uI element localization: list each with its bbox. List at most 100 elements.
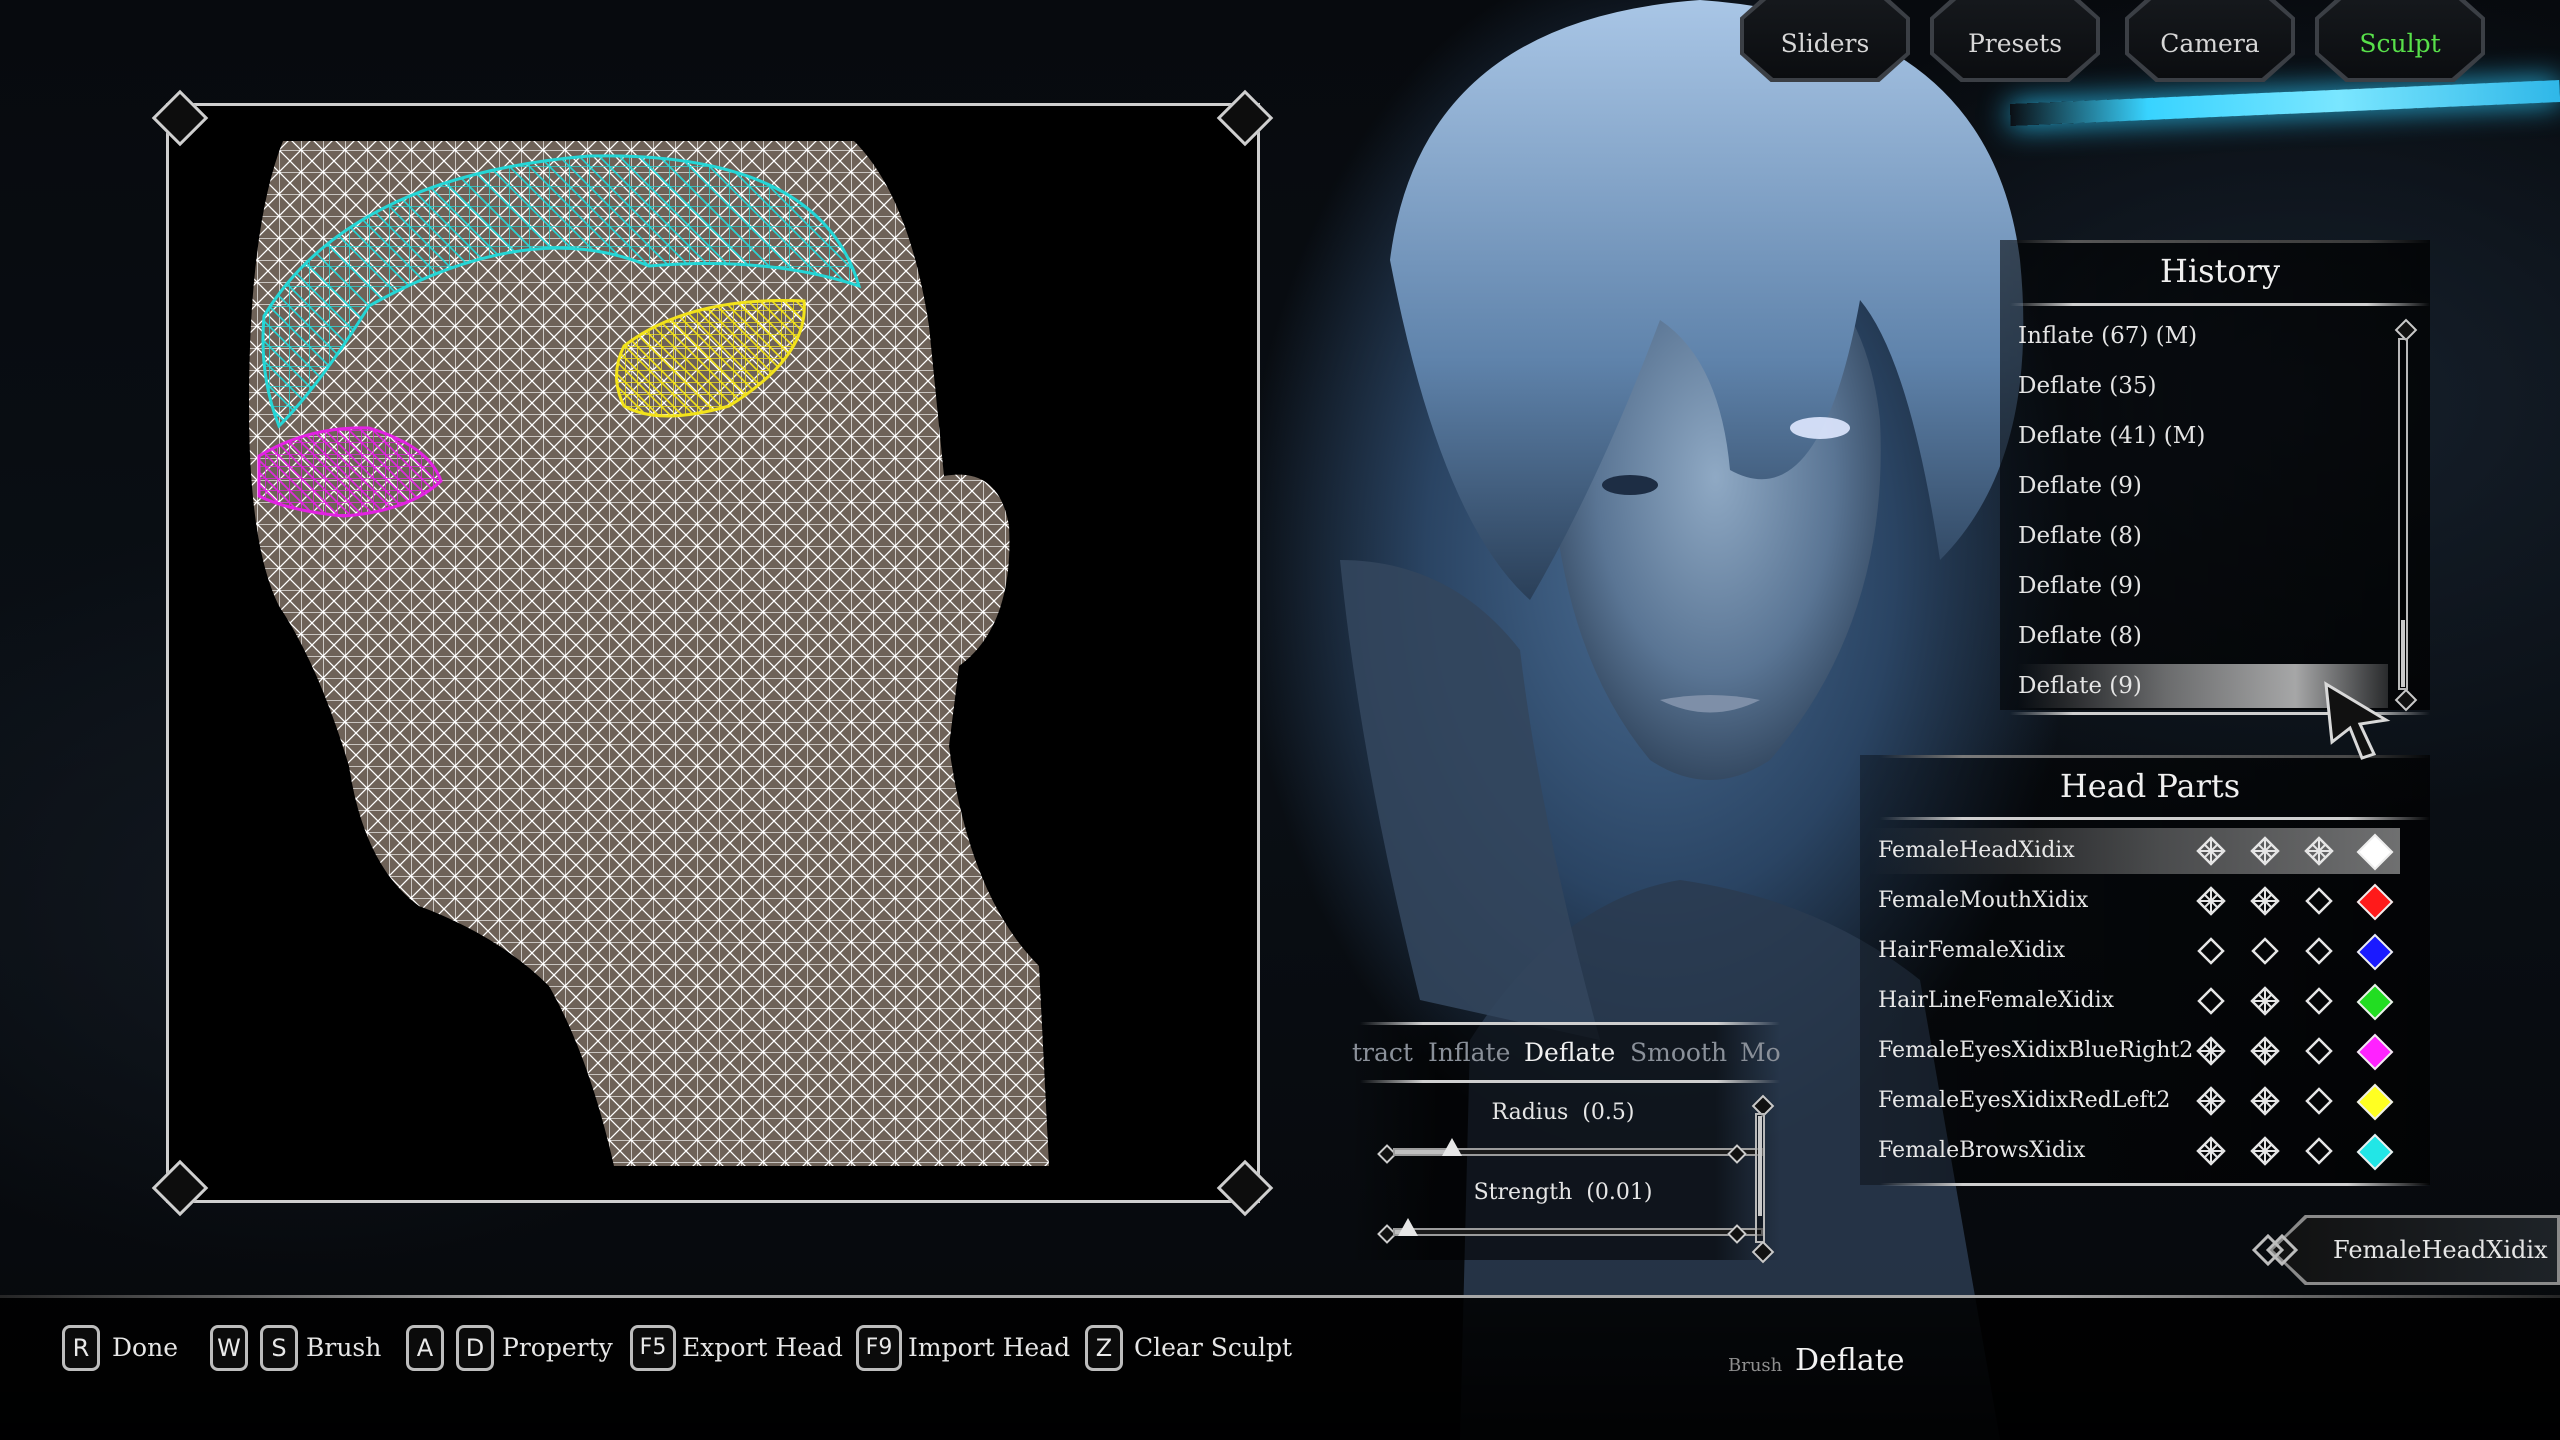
knot-filled-icon[interactable]	[2304, 836, 2334, 866]
knot-filled-icon[interactable]	[2250, 986, 2280, 1016]
head-part-row[interactable]: FemaleMouthXidix	[1870, 878, 2400, 924]
radius-slider-handle[interactable]	[1442, 1138, 1463, 1156]
history-scroll-thumb[interactable]	[2401, 620, 2405, 687]
history-item[interactable]: Deflate (35)	[2018, 364, 2388, 408]
hint-brush: Brush	[306, 1333, 382, 1362]
knot-filled-icon[interactable]	[2250, 1086, 2280, 1116]
knot-ornament-icon	[2251, 1233, 2299, 1267]
brush-tab-subtract[interactable]: tract	[1352, 1038, 1413, 1067]
key-r[interactable]: R	[62, 1325, 100, 1371]
brush-scrollbar[interactable]	[1755, 1113, 1765, 1243]
diamond-outline-icon[interactable]	[2304, 936, 2334, 966]
wireframe-color-swatch[interactable]	[2356, 1033, 2394, 1071]
tab-camera-label: Camera	[2129, 0, 2291, 78]
tab-camera[interactable]: Camera	[2125, 0, 2295, 82]
knot-filled-icon[interactable]	[2250, 1136, 2280, 1166]
head-part-row[interactable]: HairLineFemaleXidix	[1870, 978, 2400, 1024]
knot-filled-icon[interactable]	[2196, 1036, 2226, 1066]
brush-tabs-rule	[1360, 1080, 1780, 1083]
brush-tab-smooth[interactable]: Smooth	[1630, 1038, 1727, 1067]
wireframe-color-swatch[interactable]	[2356, 1133, 2394, 1171]
history-title: History	[2159, 252, 2281, 290]
hint-done: Done	[112, 1333, 178, 1362]
head-part-name: FemaleHeadXidix	[1878, 838, 2075, 863]
strength-slider-handle[interactable]	[1397, 1218, 1418, 1236]
diamond-outline-icon[interactable]	[2304, 1086, 2334, 1116]
knot-filled-icon[interactable]	[2250, 1036, 2280, 1066]
diamond-outline-icon[interactable]	[2304, 1136, 2334, 1166]
radius-value: (0.5)	[1582, 1100, 1635, 1125]
history-item-label: Deflate (9)	[2018, 673, 2142, 699]
head-part-row[interactable]: FemaleEyesXidixRedLeft2	[1870, 1078, 2400, 1124]
head-part-name: HairFemaleXidix	[1878, 938, 2066, 963]
headparts-bottom-rule	[1880, 1183, 2430, 1186]
diamond-outline-icon[interactable]	[2196, 936, 2226, 966]
history-item[interactable]: Deflate (8)	[2018, 514, 2388, 558]
brush-tab-deflate[interactable]: Deflate	[1524, 1038, 1615, 1067]
brush-tab-inflate[interactable]: Inflate	[1428, 1038, 1510, 1067]
radius-label-text: Radius	[1491, 1100, 1569, 1125]
hint-import-head: Import Head	[908, 1333, 1071, 1362]
hint-property: Property	[502, 1333, 613, 1362]
history-item-label: Deflate (8)	[2018, 523, 2142, 549]
diamond-outline-icon[interactable]	[2250, 936, 2280, 966]
key-f9[interactable]: F9	[856, 1325, 902, 1371]
history-item-label: Deflate (41) (M)	[2018, 423, 2206, 449]
knot-filled-icon[interactable]	[2196, 1086, 2226, 1116]
knot-filled-icon[interactable]	[2196, 1136, 2226, 1166]
head-wireframe-mesh[interactable]	[169, 106, 1257, 1200]
history-title-rule	[2010, 303, 2430, 306]
hint-clear-sculpt: Clear Sculpt	[1134, 1333, 1292, 1362]
cursor-arrow-icon	[2324, 681, 2391, 760]
history-item-label: Deflate (9)	[2018, 473, 2142, 499]
history-item[interactable]: Deflate (9)	[2018, 464, 2388, 508]
key-z[interactable]: Z	[1085, 1325, 1123, 1371]
wireframe-color-swatch[interactable]	[2356, 983, 2394, 1021]
key-d[interactable]: D	[456, 1325, 494, 1371]
head-part-name: FemaleEyesXidixRedLeft2	[1878, 1088, 2171, 1113]
head-part-row[interactable]: HairFemaleXidix	[1870, 928, 2400, 974]
diamond-outline-icon[interactable]	[2304, 886, 2334, 916]
tab-sliders[interactable]: Sliders	[1740, 0, 1910, 82]
history-scrollbar[interactable]	[2398, 338, 2408, 690]
control-hints-bar	[0, 1295, 2560, 1440]
head-part-row[interactable]: FemaleHeadXidix	[1870, 828, 2400, 874]
wireframe-color-swatch[interactable]	[2356, 933, 2394, 971]
wireframe-color-swatch[interactable]	[2356, 883, 2394, 921]
history-item[interactable]: Deflate (8)	[2018, 614, 2388, 658]
brush-scroll-thumb[interactable]	[1758, 1116, 1762, 1216]
history-item-label: Deflate (8)	[2018, 623, 2142, 649]
wireframe-color-swatch[interactable]	[2356, 833, 2394, 871]
selected-part-badge: FemaleHeadXidix	[2270, 1215, 2560, 1285]
strength-value: (0.01)	[1586, 1180, 1653, 1205]
history-item[interactable]: Deflate (9)	[2018, 564, 2388, 608]
tab-sculpt[interactable]: Sculpt	[2315, 0, 2485, 82]
knot-filled-icon[interactable]	[2196, 886, 2226, 916]
head-part-row[interactable]: FemaleBrowsXidix	[1870, 1128, 2400, 1174]
head-part-name: FemaleBrowsXidix	[1878, 1138, 2086, 1163]
diamond-outline-icon[interactable]	[2304, 986, 2334, 1016]
key-s[interactable]: S	[260, 1325, 298, 1371]
knot-filled-icon[interactable]	[2196, 836, 2226, 866]
sculpt-preview-window[interactable]	[166, 103, 1260, 1203]
strength-label-text: Strength	[1473, 1180, 1573, 1205]
key-a[interactable]: A	[406, 1325, 444, 1371]
history-item-label: Deflate (9)	[2018, 573, 2142, 599]
brush-top-rule	[1360, 1022, 1780, 1025]
strength-slider[interactable]	[1393, 1228, 1763, 1236]
head-part-name: FemaleMouthXidix	[1878, 888, 2089, 913]
knot-filled-icon[interactable]	[2250, 886, 2280, 916]
brush-tab-more[interactable]: Mo	[1740, 1038, 1781, 1067]
brush-status-caption: Brush	[1728, 1355, 1783, 1376]
head-part-row[interactable]: FemaleEyesXidixBlueRight2	[1870, 1028, 2400, 1074]
diamond-outline-icon[interactable]	[2304, 1036, 2334, 1066]
key-f5[interactable]: F5	[630, 1325, 676, 1371]
wireframe-color-swatch[interactable]	[2356, 1083, 2394, 1121]
history-item[interactable]: Deflate (41) (M)	[2018, 414, 2388, 458]
tab-presets-label: Presets	[1934, 0, 2096, 78]
key-w[interactable]: W	[210, 1325, 248, 1371]
knot-filled-icon[interactable]	[2250, 836, 2280, 866]
diamond-outline-icon[interactable]	[2196, 986, 2226, 1016]
history-item[interactable]: Inflate (67) (M)	[2018, 314, 2388, 358]
tab-presets[interactable]: Presets	[1930, 0, 2100, 82]
